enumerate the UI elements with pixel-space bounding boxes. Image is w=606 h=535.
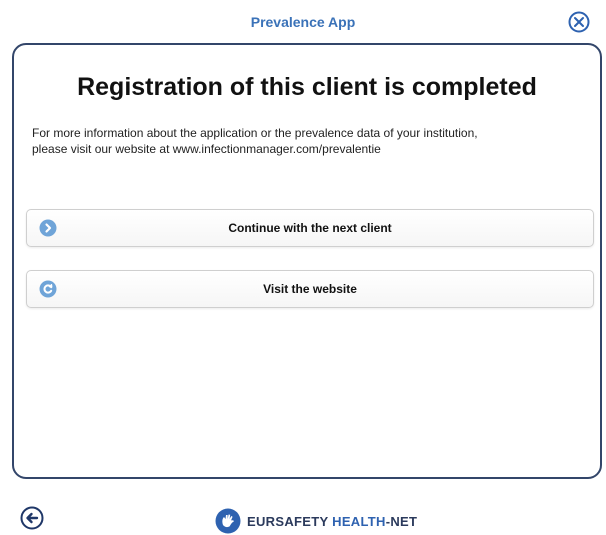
app-window: Prevalence App Registration of this clie… <box>0 0 606 535</box>
logo-text-net: -NET <box>385 513 418 529</box>
visit-website-button[interactable]: Visit the website <box>26 270 594 308</box>
content-card: Registration of this client is completed… <box>12 43 602 479</box>
logo-text-eursafety: EURSAFETY <box>247 513 329 529</box>
page-title: Registration of this client is completed <box>77 73 537 101</box>
continue-next-client-label: Continue with the next client <box>228 221 392 235</box>
continue-next-client-button[interactable]: Continue with the next client <box>26 209 594 247</box>
hand-logo-icon <box>215 508 241 534</box>
eursafety-logo: EURSAFETY HEALTH-NET <box>215 508 417 534</box>
arrow-left-circle-icon <box>20 506 44 530</box>
app-title: Prevalence App <box>250 14 356 30</box>
close-button[interactable] <box>568 11 590 33</box>
logo-text: EURSAFETY HEALTH-NET <box>247 514 417 529</box>
info-line-1: For more information about the applicati… <box>32 126 478 140</box>
visit-website-label: Visit the website <box>263 282 357 296</box>
back-button[interactable] <box>20 506 44 530</box>
close-circle-icon <box>568 11 590 33</box>
info-text: For more information about the applicati… <box>32 125 588 157</box>
logo-text-health: HEALTH <box>332 513 386 529</box>
info-line-2: please visit our website at www.infectio… <box>32 142 381 156</box>
